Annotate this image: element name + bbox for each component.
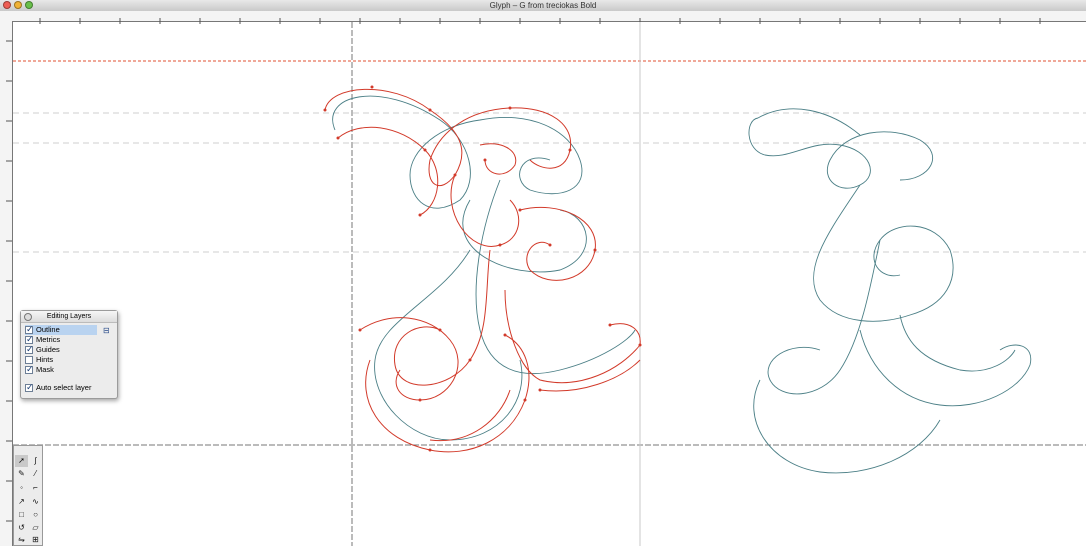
glyph-outline[interactable] [324,88,641,453]
corner-point-icon[interactable]: ⌐ [29,482,42,494]
tools-palette[interactable]: ➚ ∫ ✎ ⁄ ◦ ⌐ ↗ ∿ □ ○ ↺ ▱ ⇋ ⊞ [13,445,43,546]
layer-checkbox-guides[interactable] [25,344,34,355]
layer-checkbox-mask[interactable] [25,364,34,375]
auto-select-label: Auto select layer [36,383,92,392]
glyph-canvas[interactable] [13,22,1086,546]
editing-layers-palette[interactable]: Editing Layers Outline Metrics Guides Hi… [20,310,118,399]
layer-row-guides[interactable]: Guides [25,344,60,355]
auto-select-row[interactable]: Auto select layer [25,382,92,393]
layer-label: Hints [36,355,54,364]
palette-title: Editing Layers [46,313,92,320]
ellipse-icon[interactable]: ○ [29,509,42,521]
tangent-point-icon[interactable]: ↗ [15,496,28,508]
pointer-icon[interactable]: ➚ [15,455,28,467]
layer-label: Metrics [36,335,61,344]
layer-label: Outline [36,325,60,334]
palette-close-icon[interactable] [24,313,32,321]
mask-outline [332,95,636,441]
layer-menu-icon[interactable]: ⊟ [103,326,110,335]
layer-checkbox-hints[interactable] [25,356,33,365]
perspective-icon[interactable]: ⊞ [29,534,42,546]
glyph-preview [748,108,1032,474]
layer-checkbox-outline[interactable] [25,324,34,335]
flip-icon[interactable]: ⇋ [15,534,28,546]
layer-checkbox-metrics[interactable] [25,334,34,345]
outline-points[interactable] [323,85,642,452]
freehand-icon[interactable]: ∫ [29,455,42,467]
rotate-icon[interactable]: ↺ [15,522,28,534]
pen-icon[interactable]: ✎ [15,468,28,480]
window-title: Glyph – G from treciokas Bold [489,1,597,10]
vertical-ruler-ticks [6,40,12,522]
palette-header[interactable]: Editing Layers [21,311,117,323]
layer-row-mask[interactable]: Mask [25,364,54,375]
spiro-icon[interactable]: ∿ [29,496,42,508]
rectangle-icon[interactable]: □ [15,509,28,521]
vertical-ruler[interactable] [0,21,13,546]
layer-label: Mask [36,365,54,374]
knife-icon[interactable]: ⁄ [29,468,42,480]
horizontal-ruler[interactable] [0,11,1086,24]
layer-row-outline[interactable]: Outline [25,324,97,335]
auto-select-checkbox[interactable] [25,382,34,393]
layer-label: Guides [36,345,60,354]
skew-icon[interactable]: ▱ [29,522,42,534]
curve-point-icon[interactable]: ◦ [15,482,28,494]
